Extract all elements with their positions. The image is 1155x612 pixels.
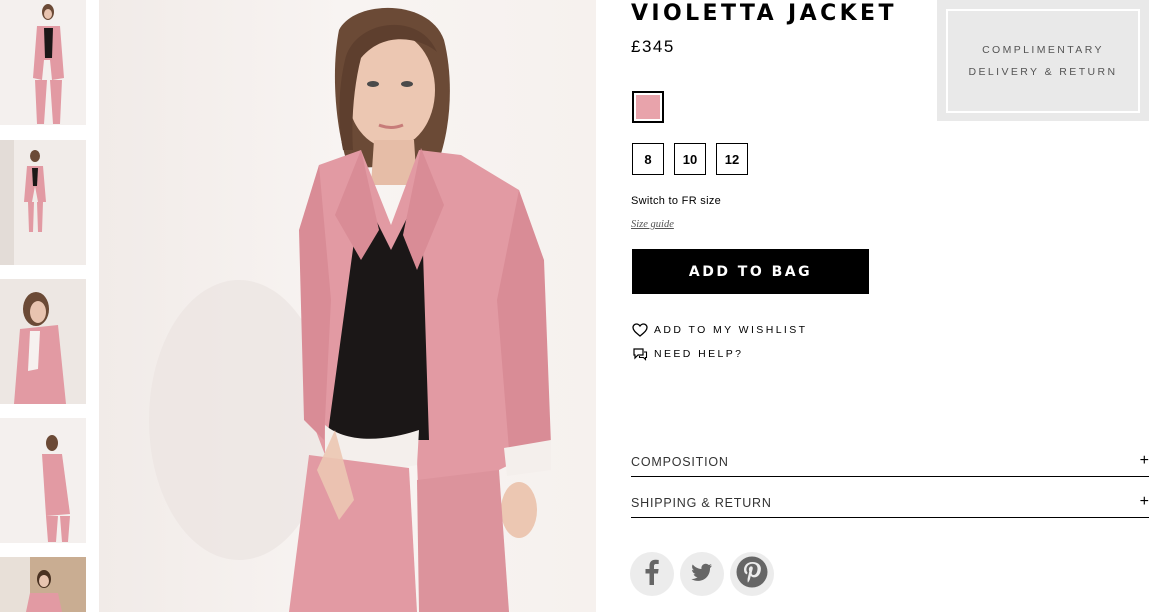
thumbnail-2[interactable] <box>0 140 86 265</box>
composition-accordion[interactable]: COMPOSITION + <box>631 452 1149 477</box>
colour-swatch-pink[interactable] <box>632 91 664 123</box>
expand-plus-icon: + <box>1139 452 1149 469</box>
composition-label: COMPOSITION <box>631 455 729 469</box>
thumbnail-4-image <box>0 418 86 543</box>
chat-bubble-icon <box>632 347 648 361</box>
shipping-return-label: SHIPPING & RETURN <box>631 496 772 510</box>
complimentary-delivery-frame: COMPLIMENTARY DELIVERY & RETURN <box>946 9 1140 113</box>
wishlist-label: ADD TO MY WISHLIST <box>654 324 808 336</box>
thumbnail-5[interactable] <box>0 557 86 612</box>
product-price: £345 <box>631 37 675 56</box>
expand-plus-icon: + <box>1139 493 1149 510</box>
thumbnail-1[interactable] <box>0 0 86 125</box>
thumbnail-4[interactable] <box>0 418 86 543</box>
shipping-return-accordion[interactable]: SHIPPING & RETURN + <box>631 493 1149 518</box>
model-illustration <box>99 0 596 612</box>
colour-swatch-fill <box>636 95 660 119</box>
thumbnail-3[interactable] <box>0 279 86 404</box>
thumbnail-1-image <box>0 0 86 125</box>
promo-line-1: COMPLIMENTARY <box>982 44 1104 56</box>
thumbnail-3-image <box>0 279 86 404</box>
size-guide-link[interactable]: Size guide <box>631 219 674 230</box>
pinterest-share-button[interactable] <box>730 552 774 596</box>
facebook-share-button[interactable] <box>630 552 674 596</box>
size-option-8[interactable]: 8 <box>632 143 664 175</box>
thumbnail-gallery <box>0 0 86 612</box>
twitter-icon <box>691 563 713 586</box>
add-to-wishlist-link[interactable]: ADD TO MY WISHLIST <box>632 323 807 337</box>
add-to-bag-button[interactable]: ADD TO BAG <box>632 249 869 294</box>
main-product-image[interactable] <box>99 0 596 612</box>
switch-fr-size-link[interactable]: Switch to FR size <box>631 195 721 207</box>
promo-line-2: DELIVERY & RETURN <box>968 66 1118 78</box>
pinterest-icon <box>735 555 769 594</box>
thumbnail-2-image <box>0 140 86 265</box>
twitter-share-button[interactable] <box>680 552 724 596</box>
facebook-icon <box>641 558 663 591</box>
size-option-10[interactable]: 10 <box>674 143 706 175</box>
size-option-12[interactable]: 12 <box>716 143 748 175</box>
complimentary-delivery-banner[interactable]: COMPLIMENTARY DELIVERY & RETURN <box>937 0 1149 121</box>
thumbnail-5-image <box>0 557 86 612</box>
heart-icon <box>632 323 648 337</box>
need-help-label: NEED HELP? <box>654 348 744 360</box>
product-title: VIOLETTA JACKET <box>631 1 897 26</box>
need-help-link[interactable]: NEED HELP? <box>632 347 743 361</box>
